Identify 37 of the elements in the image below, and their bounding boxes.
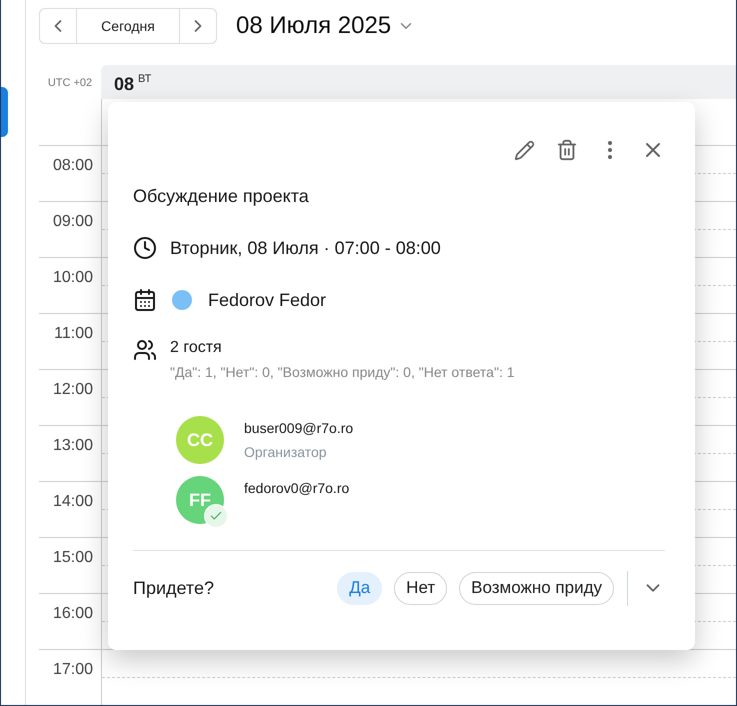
weekday-label: ВТ [138,73,152,85]
hour-label: 13:00 [52,436,94,455]
response-summary: "Да": 1, "Нет": 0, "Возможно приду": 0, "Нет ответа": 1 [170,364,515,380]
hour-label: 14:00 [52,492,94,511]
pencil-icon [514,140,534,160]
timezone-label: UTC +02 [46,76,94,91]
side-tab[interactable] [1,87,8,137]
rsvp-question: Придете? [133,578,215,598]
hour-label: 11:00 [53,324,94,343]
hour-label: 17:00 [52,660,94,679]
hour-label: 12:00 [52,380,94,399]
calendar-icon [133,288,157,312]
rsvp-option[interactable]: Возможно приду [459,572,614,604]
calendar-name: Fedorov Fedor [208,290,326,310]
guest-count: 2 гостя [170,338,223,358]
users-icon [133,338,157,362]
hour-label: 10:00 [52,268,94,287]
avatar: CC [176,416,224,464]
edit-button[interactable] [512,138,536,162]
event-time: Вторник, 08 Июля · 07:00 - 08:00 [170,238,441,258]
hour-label: 09:00 [52,212,94,231]
hour-label: 08:00 [52,156,94,175]
attendee-email: buser009@r7o.ro [244,420,354,436]
clock-icon [133,236,157,260]
attendee-role: Организатор [244,444,328,460]
hour-label: 16:00 [52,604,94,623]
today-button[interactable]: Сегодня [76,9,180,43]
more-icon [608,141,612,159]
rsvp-option[interactable]: Да [337,572,382,604]
trash-icon [556,139,578,161]
event-title: Обсуждение проекта [133,185,310,208]
attendee-email: fedorov0@r7o.ro [244,480,350,496]
date-picker[interactable]: 08 Июля 2025 [236,12,416,40]
day-number: 08 [114,74,134,95]
rsvp-option[interactable]: Нет [394,572,448,604]
delete-button[interactable] [555,138,579,162]
hour-label: 15:00 [52,548,94,567]
